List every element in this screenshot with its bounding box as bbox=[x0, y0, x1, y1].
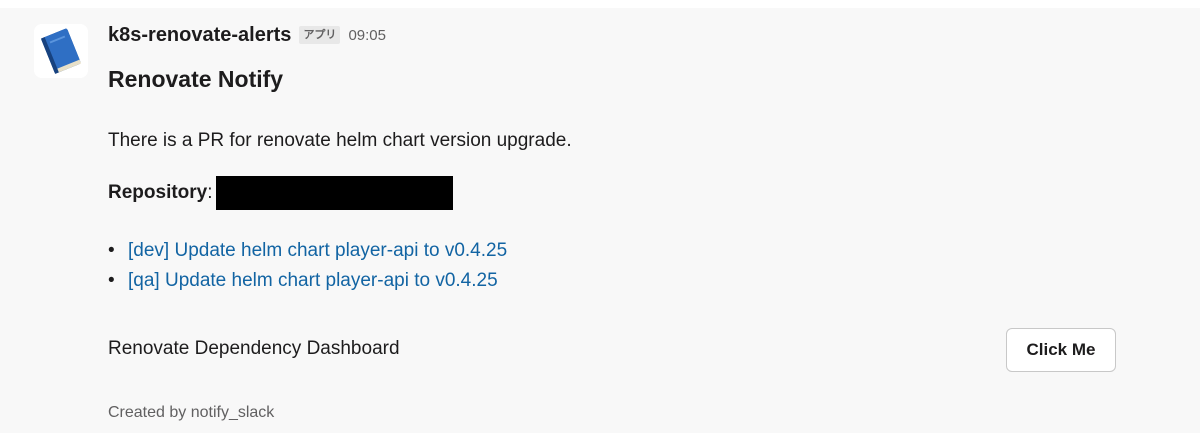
message-footer: Created by notify_slack bbox=[108, 404, 275, 421]
dashboard-text: Renovate Dependency Dashboard bbox=[108, 338, 400, 359]
repository-label: Repository bbox=[108, 182, 208, 203]
timestamp[interactable]: 09:05 bbox=[348, 27, 386, 44]
message-body: There is a PR for renovate helm chart ve… bbox=[108, 130, 572, 151]
slack-message: k8s-renovate-alerts アプリ 09:05 Renovate N… bbox=[0, 8, 1200, 433]
pr-link-list: • [dev] Update helm chart player-api to … bbox=[108, 236, 507, 296]
message-content: k8s-renovate-alerts アプリ 09:05 Renovate N… bbox=[108, 8, 1200, 433]
message-header: k8s-renovate-alerts アプリ 09:05 bbox=[108, 22, 386, 48]
repository-colon: : bbox=[207, 182, 213, 203]
pr-link-dev[interactable]: [dev] Update helm chart player-api to v0… bbox=[128, 240, 507, 262]
sender-name[interactable]: k8s-renovate-alerts bbox=[108, 24, 291, 47]
bullet: • bbox=[108, 270, 115, 291]
pr-link-qa[interactable]: [qa] Update helm chart player-api to v0.… bbox=[128, 270, 498, 292]
repository-row: Repository: bbox=[108, 176, 453, 210]
blue-book-icon bbox=[34, 24, 88, 78]
list-item: • [qa] Update helm chart player-api to v… bbox=[108, 266, 507, 296]
app-avatar[interactable] bbox=[34, 24, 88, 78]
message-title: Renovate Notify bbox=[108, 66, 284, 92]
click-me-button[interactable]: Click Me bbox=[1006, 328, 1116, 372]
list-item: • [dev] Update helm chart player-api to … bbox=[108, 236, 507, 266]
app-badge: アプリ bbox=[299, 26, 341, 44]
redacted-repository bbox=[215, 176, 453, 210]
bullet: • bbox=[108, 240, 115, 261]
